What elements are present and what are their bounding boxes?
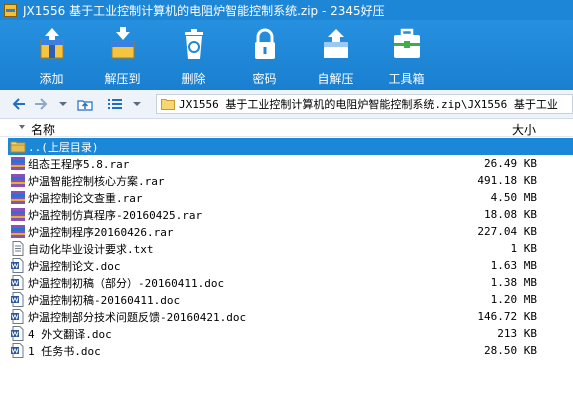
file-name: 1 任务书.doc <box>28 344 101 358</box>
file-row-parent[interactable]: ..(上层目录) <box>8 138 573 155</box>
toolbox-label: 工具箱 <box>388 72 425 86</box>
up-level-button[interactable] <box>76 94 94 114</box>
file-name: 炉温控制程序20160426.rar <box>28 225 174 239</box>
add-archive-icon <box>40 28 63 59</box>
file-size: 227.04 KB <box>477 225 537 238</box>
rar-archive-icon <box>11 225 25 238</box>
file-name: 自动化毕业设计要求.txt <box>28 242 154 256</box>
file-size: 28.50 KB <box>484 344 537 357</box>
file-name: 炉温控制部分技术问题反馈-20160421.doc <box>28 310 247 324</box>
file-size: 1.38 MB <box>490 276 537 289</box>
main-toolbar: 添加 解压到 删除 密码 自解压 工具箱 <box>0 20 573 90</box>
app-logo-icon <box>4 3 17 17</box>
file-size: 146.72 KB <box>477 310 537 323</box>
list-view-icon <box>108 99 122 109</box>
word-document-icon <box>11 309 24 324</box>
window-title: JX1556 基于工业控制计算机的电阻炉智能控制系统.zip - 2345好压 <box>23 3 385 18</box>
delete-button[interactable]: 删除 <box>158 20 229 90</box>
file-name: 组态王程序5.8.rar <box>28 157 130 171</box>
file-row[interactable]: 炉温控制初稿（部分）-20160411.doc 1.38 MB <box>8 274 573 291</box>
file-name: 炉温控制初稿-20160411.doc <box>28 293 181 307</box>
file-size: 18.08 KB <box>484 208 537 221</box>
add-button[interactable]: 添加 <box>16 20 87 90</box>
file-row[interactable]: 炉温控制部分技术问题反馈-20160421.doc 146.72 KB <box>8 308 573 325</box>
title-bar: JX1556 基于工业控制计算机的电阻炉智能控制系统.zip - 2345好压 <box>0 0 573 20</box>
rar-archive-icon <box>11 174 25 187</box>
rar-archive-icon <box>11 191 25 204</box>
file-name: 4 外文翻译.doc <box>28 327 112 341</box>
back-arrow-icon <box>12 98 25 110</box>
extract-button[interactable]: 解压到 <box>87 20 158 90</box>
word-document-icon <box>11 292 24 307</box>
sort-arrow-icon <box>19 125 25 129</box>
word-document-icon <box>11 258 24 273</box>
rar-archive-icon <box>11 157 25 170</box>
word-document-icon <box>11 343 24 358</box>
file-size: 26.49 KB <box>484 157 537 170</box>
file-row[interactable]: 1 任务书.doc 28.50 KB <box>8 342 573 359</box>
word-document-icon <box>11 326 24 341</box>
delete-label: 删除 <box>181 72 206 86</box>
folder-icon <box>161 99 175 110</box>
chevron-down-icon <box>133 102 141 106</box>
file-row[interactable]: 炉温智能控制核心方案.rar 491.18 KB <box>8 172 573 189</box>
file-row[interactable]: 组态王程序5.8.rar 26.49 KB <box>8 155 573 172</box>
lock-icon <box>254 28 275 59</box>
add-label: 添加 <box>39 72 64 86</box>
password-button[interactable]: 密码 <box>229 20 300 90</box>
column-header: 名称 大小 <box>0 119 573 137</box>
path-text: JX1556 基于工业控制计算机的电阻炉智能控制系统.zip\JX1556 基于… <box>179 98 558 111</box>
file-size: 1.20 MB <box>490 293 537 306</box>
self-extract-icon <box>323 29 348 58</box>
navigation-bar: JX1556 基于工业控制计算机的电阻炉智能控制系统.zip\JX1556 基于… <box>0 90 573 119</box>
extract-icon <box>111 27 134 59</box>
back-button[interactable] <box>10 94 28 114</box>
file-row[interactable]: 炉温控制论文.doc 1.63 MB <box>8 257 573 274</box>
view-mode-button[interactable] <box>106 94 124 114</box>
toolbox-icon <box>393 28 420 58</box>
file-size: 213 KB <box>497 327 537 340</box>
folder-up-icon <box>77 100 93 111</box>
column-size-header[interactable]: 大小 <box>512 121 536 138</box>
file-row[interactable]: 炉温控制论文查重.rar 4.50 MB <box>8 189 573 206</box>
column-name-header[interactable]: 名称 <box>31 121 55 138</box>
toolbox-button[interactable]: 工具箱 <box>371 20 442 90</box>
file-row[interactable]: 炉温控制仿真程序-20160425.rar 18.08 KB <box>8 206 573 223</box>
file-row[interactable]: 4 外文翻译.doc 213 KB <box>8 325 573 342</box>
forward-button[interactable] <box>32 94 50 114</box>
file-name: 炉温控制论文查重.rar <box>28 191 143 205</box>
path-bar[interactable]: JX1556 基于工业控制计算机的电阻炉智能控制系统.zip\JX1556 基于… <box>156 94 573 114</box>
file-size: 1 KB <box>510 242 538 255</box>
view-dropdown-button[interactable] <box>128 94 146 114</box>
self-extract-label: 自解压 <box>317 72 354 86</box>
delete-icon <box>184 29 203 59</box>
extract-label: 解压到 <box>104 72 141 86</box>
self-extract-button[interactable]: 自解压 <box>300 20 371 90</box>
file-name: 炉温控制初稿（部分）-20160411.doc <box>28 276 225 290</box>
file-size: 1.63 MB <box>490 259 537 272</box>
text-file-icon <box>12 241 24 256</box>
forward-dropdown-button[interactable] <box>54 94 72 114</box>
file-row[interactable]: 炉温控制初稿-20160411.doc 1.20 MB <box>8 291 573 308</box>
file-name: 炉温控制仿真程序-20160425.rar <box>28 208 203 222</box>
file-row[interactable]: 炉温控制程序20160426.rar 227.04 KB <box>8 223 573 240</box>
word-document-icon <box>11 275 24 290</box>
file-size: 4.50 MB <box>490 191 537 204</box>
chevron-down-icon <box>59 102 67 106</box>
file-name: ..(上层目录) <box>28 140 99 154</box>
file-name: 炉温控制论文.doc <box>28 259 121 273</box>
password-label: 密码 <box>252 72 277 86</box>
parent-folder-icon <box>10 141 26 153</box>
file-size: 491.18 KB <box>477 174 537 187</box>
rar-archive-icon <box>11 208 25 221</box>
file-name: 炉温智能控制核心方案.rar <box>28 174 165 188</box>
file-row[interactable]: 自动化毕业设计要求.txt 1 KB <box>8 240 573 257</box>
forward-arrow-icon <box>35 98 48 110</box>
